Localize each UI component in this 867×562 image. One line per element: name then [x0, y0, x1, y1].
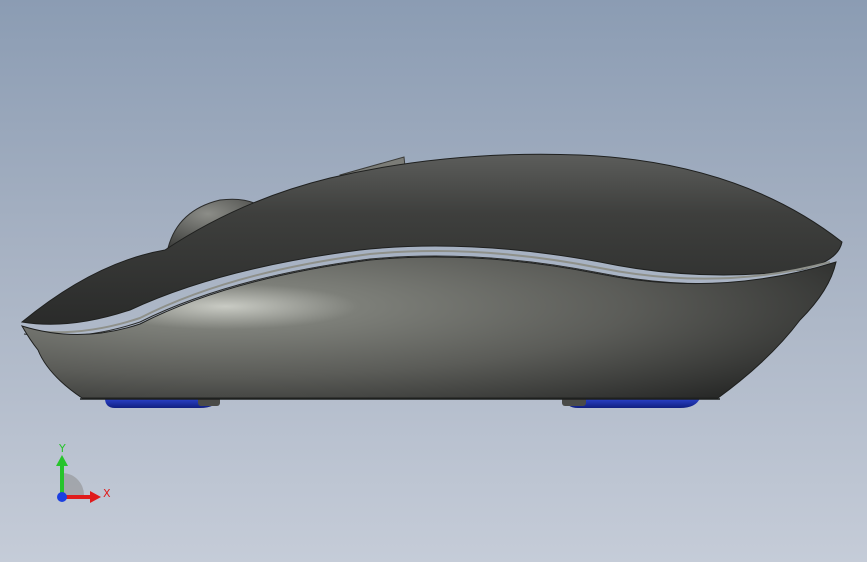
- z-axis-dot-icon: [57, 492, 67, 502]
- cad-viewport[interactable]: Y X: [0, 0, 867, 562]
- x-axis-label: X: [103, 487, 111, 500]
- x-arrow-icon: [90, 491, 101, 503]
- triad-arc: [62, 473, 84, 495]
- mouse-model[interactable]: [0, 0, 867, 562]
- y-arrow-icon: [56, 455, 68, 466]
- axis-triad: Y X: [56, 442, 111, 503]
- y-axis-label: Y: [58, 442, 66, 455]
